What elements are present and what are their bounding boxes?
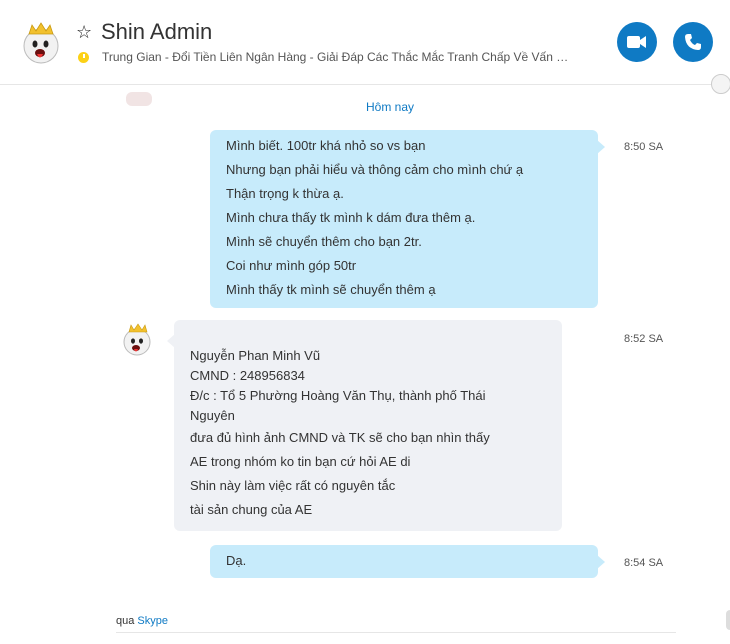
outgoing-message-bubble[interactable]: Mình biết. 100tr khá nhỏ so vs bạn Nhưng… [210, 130, 605, 308]
chat-history[interactable]: Hôm nay Mình biết. 100tr khá nhỏ so vs b… [0, 84, 730, 604]
message-timestamp: 8:52 SA [624, 333, 664, 345]
message-line: Thận trọng k thừa ạ. [226, 186, 344, 201]
phone-icon [685, 34, 701, 50]
outgoing-message-bubble[interactable]: Dạ. [210, 545, 605, 578]
mood-message-row: Trung Gian - Đổi Tiền Liên Ngân Hàng - G… [78, 49, 578, 65]
ghost-avatar-icon[interactable] [20, 20, 62, 64]
skype-link[interactable]: Skype [137, 615, 168, 627]
message-line: đưa đủ hình ảnh CMND và TK sẽ cho bạn nh… [190, 430, 490, 445]
via-label: qua [116, 615, 135, 627]
scroll-handle[interactable] [726, 610, 730, 630]
message-timestamp: 8:50 SA [624, 141, 664, 153]
message-line: Shin này làm việc rất có nguyên tắc [190, 478, 396, 493]
message-line: Mình sẽ chuyển thêm cho bạn 2tr. [226, 234, 422, 249]
message-line: Dạ. [226, 553, 247, 568]
voice-call-button[interactable] [673, 22, 713, 62]
message-line: Nhưng bạn phải hiểu và thông cảm cho mìn… [226, 162, 524, 177]
message-timestamp: 8:54 SA [624, 557, 664, 569]
via-footer: qua Skype [116, 615, 168, 627]
divider [116, 632, 676, 633]
video-camera-icon [627, 36, 646, 48]
message-line: Đ/c : Tổ 5 Phường Hoàng Văn Thụ, thành p… [190, 388, 486, 403]
message-line: Mình thấy tk mình sẽ chuyển thêm ạ [226, 282, 436, 297]
day-separator: Hôm nay [365, 100, 415, 114]
message-line: Nguyên [190, 408, 235, 423]
conversation-header: ☆ Shin Admin Trung Gian - Đổi Tiền Liên … [0, 0, 730, 85]
message-line: tài sản chung của AE [190, 502, 313, 517]
favorite-star-icon[interactable]: ☆ [76, 22, 92, 42]
message-line: Mình chưa thấy tk mình k dám đưa thêm ạ. [226, 210, 476, 225]
incoming-message-bubble[interactable]: Nguyễn Phan Minh Vũ CMND : 248956834 Đ/c… [167, 320, 562, 531]
message-line: Mình biết. 100tr khá nhỏ so vs bạn [226, 138, 426, 153]
contact-name[interactable]: Shin Admin [101, 19, 212, 45]
message-line: CMND : 248956834 [190, 368, 305, 383]
away-status-icon [78, 51, 89, 63]
video-call-button[interactable] [617, 22, 657, 62]
ghost-avatar-icon[interactable] [121, 322, 155, 356]
message-line: Coi như mình góp 50tr [226, 258, 357, 273]
mood-message: Trung Gian - Đổi Tiền Liên Ngân Hàng - G… [102, 50, 572, 64]
message-line: AE trong nhóm ko tin bạn cứ hỏi AE di [190, 454, 411, 469]
message-line: Nguyễn Phan Minh Vũ [190, 348, 321, 363]
